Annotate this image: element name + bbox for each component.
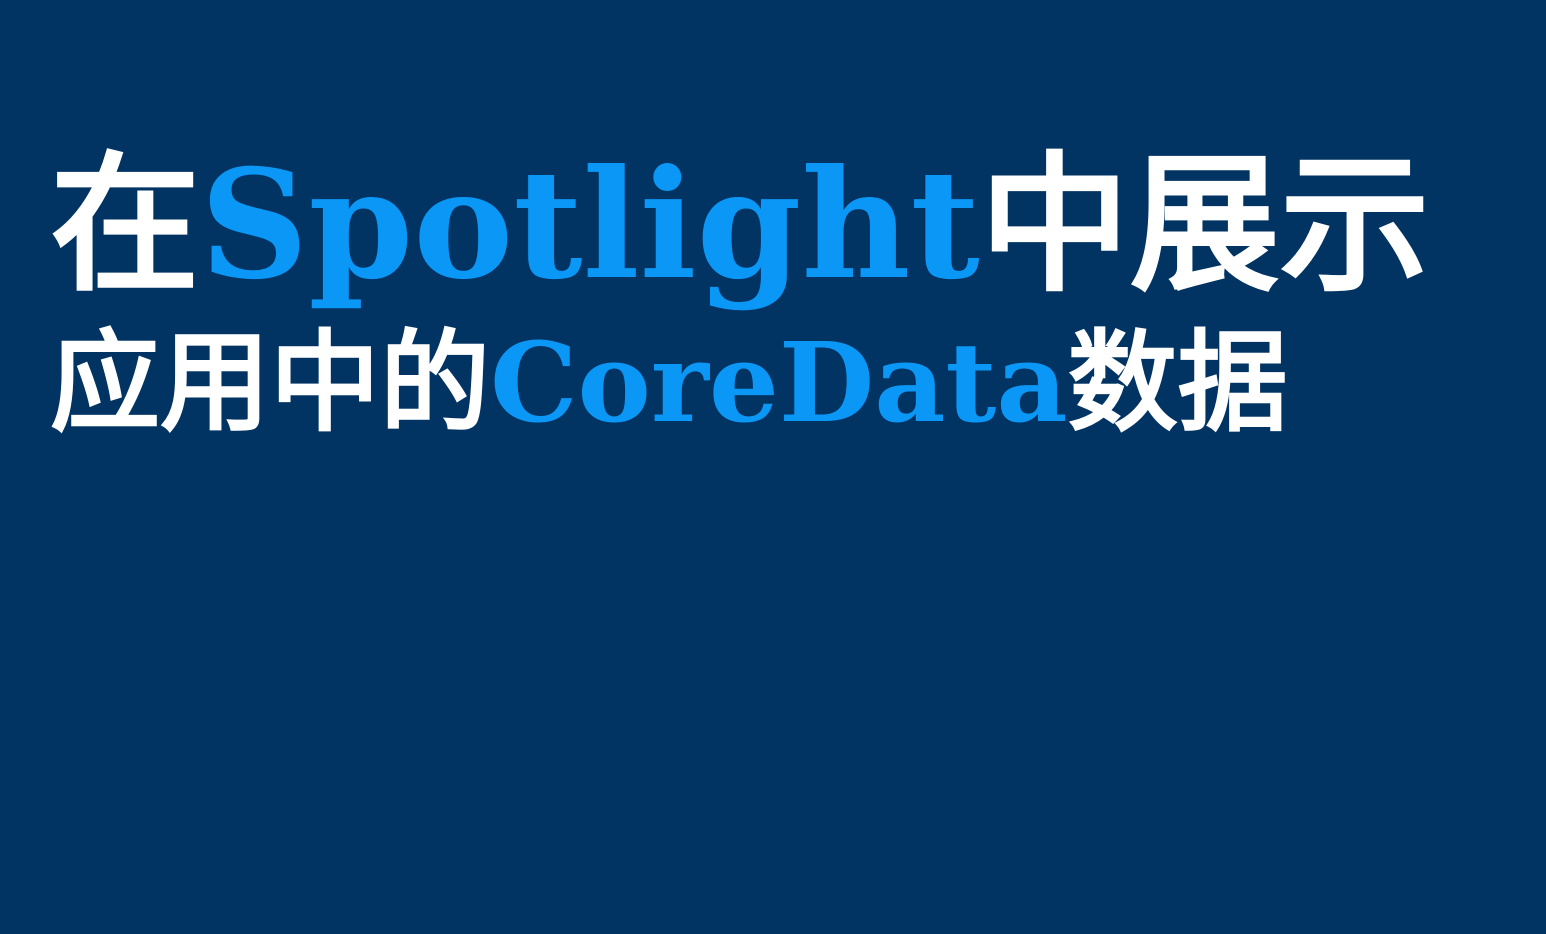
title-block: 在Spotlight中展示 应用中的CoreData数据: [50, 150, 1530, 438]
title-line-1: 在Spotlight中展示: [50, 150, 1530, 300]
title-line-1-highlight: Spotlight: [200, 137, 980, 313]
title-line-1-prefix: 在: [50, 137, 201, 313]
title-line-2: 应用中的CoreData数据: [50, 328, 1530, 438]
title-line-2-prefix: 应用中的: [50, 318, 490, 447]
title-line-1-suffix: 中展示: [979, 137, 1430, 313]
title-line-2-highlight: CoreData: [490, 318, 1068, 447]
title-line-2-suffix: 数据: [1067, 318, 1288, 447]
